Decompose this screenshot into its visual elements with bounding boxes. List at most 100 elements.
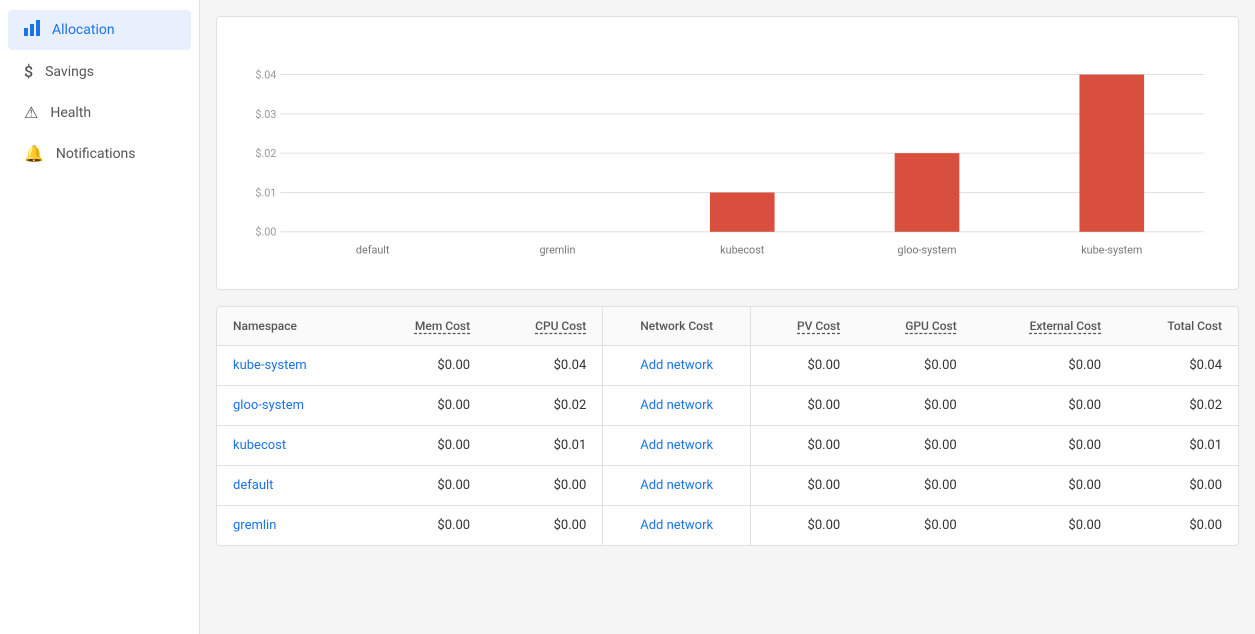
svg-text:$.04: $.04 [255, 68, 276, 81]
svg-text:gloo-system: gloo-system [898, 243, 957, 256]
add-network-link[interactable]: Add network [640, 478, 713, 493]
add-network-link[interactable]: Add network [640, 518, 713, 533]
sidebar-item-label: Notifications [56, 146, 136, 162]
cell-cpu_cost: $0.00 [486, 506, 603, 546]
table-panel: Namespace Mem Cost CPU Cost Network Cost PV … [216, 306, 1239, 546]
cell-network_cost[interactable]: Add network [603, 506, 751, 546]
sidebar-item-notifications[interactable]: 🔔 Notifications [8, 134, 191, 173]
main-content: $.04 $.03 $.02 $.01 $.00 default gremlin kubeco… [200, 0, 1255, 634]
col-header-gpu_cost: GPU Cost [856, 307, 972, 346]
cell-total_cost: $0.00 [1117, 466, 1238, 506]
add-network-link[interactable]: Add network [640, 398, 713, 413]
svg-text:kubecost: kubecost [720, 243, 765, 256]
cell-mem_cost: $0.00 [364, 386, 486, 426]
bar-chart-icon [24, 20, 40, 40]
cell-mem_cost: $0.00 [364, 346, 486, 386]
table-row: kubecost$0.00$0.01Add network$0.00$0.00$… [217, 426, 1238, 466]
cell-namespace[interactable]: kube-system [217, 346, 364, 386]
add-network-link[interactable]: Add network [640, 358, 713, 373]
namespace-link[interactable]: default [233, 478, 273, 493]
cell-network_cost[interactable]: Add network [603, 426, 751, 466]
cell-external_cost: $0.00 [973, 506, 1117, 546]
dollar-icon: $ [24, 62, 33, 81]
svg-text:$.00: $.00 [255, 226, 276, 239]
cell-pv_cost: $0.00 [751, 346, 857, 386]
sidebar-item-allocation[interactable]: Allocation [8, 10, 191, 50]
table-row: gremlin$0.00$0.00Add network$0.00$0.00$0… [217, 506, 1238, 546]
cell-network_cost[interactable]: Add network [603, 466, 751, 506]
bar-chart: $.04 $.03 $.02 $.01 $.00 default gremlin kubeco… [241, 53, 1214, 273]
sidebar: Allocation $ Savings ⚠ Health 🔔 Notifications [0, 0, 200, 634]
table-row: default$0.00$0.00Add network$0.00$0.00$0… [217, 466, 1238, 506]
col-header-network_cost: Network Cost [603, 307, 751, 346]
cell-gpu_cost: $0.00 [856, 386, 972, 426]
cell-namespace[interactable]: gremlin [217, 506, 364, 546]
sidebar-item-label: Savings [45, 64, 94, 80]
col-header-namespace: Namespace [217, 307, 364, 346]
cell-total_cost: $0.01 [1117, 426, 1238, 466]
svg-text:$.01: $.01 [255, 186, 276, 199]
svg-text:$.03: $.03 [255, 108, 276, 121]
cell-external_cost: $0.00 [973, 386, 1117, 426]
col-label-mem_cost: Mem Cost [415, 319, 470, 333]
cell-external_cost: $0.00 [973, 466, 1117, 506]
cell-cpu_cost: $0.04 [486, 346, 603, 386]
sidebar-item-label: Allocation [52, 22, 115, 38]
cell-mem_cost: $0.00 [364, 506, 486, 546]
add-network-link[interactable]: Add network [640, 438, 713, 453]
cell-cpu_cost: $0.02 [486, 386, 603, 426]
namespace-link[interactable]: kube-system [233, 358, 307, 373]
cell-external_cost: $0.00 [973, 426, 1117, 466]
cell-total_cost: $0.00 [1117, 506, 1238, 546]
col-label-network_cost: Network Cost [640, 319, 713, 333]
chart-svg: $.04 $.03 $.02 $.01 $.00 default gremlin kubeco… [241, 53, 1214, 273]
col-label-pv_cost: PV Cost [797, 319, 840, 333]
table-header: Namespace Mem Cost CPU Cost Network Cost PV … [217, 307, 1238, 346]
cell-network_cost[interactable]: Add network [603, 346, 751, 386]
cell-total_cost: $0.02 [1117, 386, 1238, 426]
cell-pv_cost: $0.00 [751, 426, 857, 466]
col-header-cpu_cost: CPU Cost [486, 307, 603, 346]
col-label-external_cost: External Cost [1030, 319, 1101, 333]
cell-gpu_cost: $0.00 [856, 506, 972, 546]
cell-cpu_cost: $0.00 [486, 466, 603, 506]
cell-pv_cost: $0.00 [751, 506, 857, 546]
col-header-total_cost: Total Cost [1117, 307, 1238, 346]
warning-icon: ⚠ [24, 103, 38, 122]
col-label-namespace: Namespace [233, 319, 297, 333]
sidebar-item-savings[interactable]: $ Savings [8, 52, 191, 91]
cell-gpu_cost: $0.00 [856, 346, 972, 386]
cell-gpu_cost: $0.00 [856, 466, 972, 506]
sidebar-item-label: Health [50, 105, 91, 121]
cell-cpu_cost: $0.01 [486, 426, 603, 466]
col-label-gpu_cost: GPU Cost [905, 319, 956, 333]
cell-external_cost: $0.00 [973, 346, 1117, 386]
cell-namespace[interactable]: gloo-system [217, 386, 364, 426]
table-body: kube-system$0.00$0.04Add network$0.00$0.… [217, 346, 1238, 546]
cell-gpu_cost: $0.00 [856, 426, 972, 466]
namespace-link[interactable]: gloo-system [233, 398, 304, 413]
svg-text:kube-system: kube-system [1081, 243, 1142, 256]
col-label-cpu_cost: CPU Cost [535, 319, 586, 333]
col-header-mem_cost: Mem Cost [364, 307, 486, 346]
cell-total_cost: $0.04 [1117, 346, 1238, 386]
cell-pv_cost: $0.00 [751, 386, 857, 426]
cell-mem_cost: $0.00 [364, 466, 486, 506]
table-row: kube-system$0.00$0.04Add network$0.00$0.… [217, 346, 1238, 386]
allocation-table: Namespace Mem Cost CPU Cost Network Cost PV … [217, 307, 1238, 545]
col-label-total_cost: Total Cost [1167, 319, 1222, 333]
svg-text:default: default [356, 243, 390, 256]
cell-mem_cost: $0.00 [364, 426, 486, 466]
sidebar-item-health[interactable]: ⚠ Health [8, 93, 191, 132]
cell-network_cost[interactable]: Add network [603, 386, 751, 426]
namespace-link[interactable]: gremlin [233, 518, 276, 533]
col-header-external_cost: External Cost [973, 307, 1117, 346]
col-header-pv_cost: PV Cost [751, 307, 857, 346]
table-row: gloo-system$0.00$0.02Add network$0.00$0.… [217, 386, 1238, 426]
cell-namespace[interactable]: default [217, 466, 364, 506]
svg-text:$.02: $.02 [255, 147, 276, 160]
namespace-link[interactable]: kubecost [233, 438, 286, 453]
svg-text:gremlin: gremlin [539, 243, 575, 256]
bell-icon: 🔔 [24, 144, 44, 163]
cell-namespace[interactable]: kubecost [217, 426, 364, 466]
